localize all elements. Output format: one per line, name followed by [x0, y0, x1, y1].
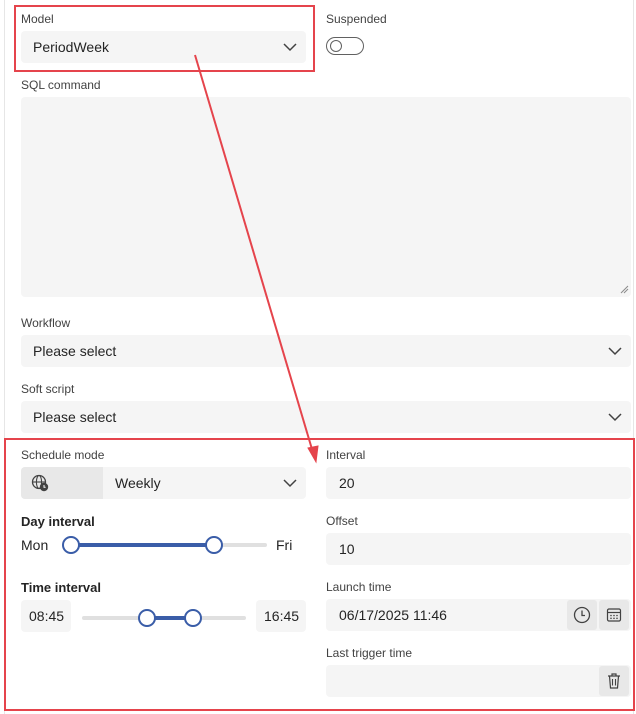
- launch-time-input[interactable]: 06/17/2025 11:46: [326, 599, 631, 631]
- chevron-down-icon: [283, 479, 297, 488]
- last-trigger-time-label: Last trigger time: [326, 646, 413, 660]
- day-interval-start: Mon: [21, 537, 49, 553]
- soft-script-label: Soft script: [21, 382, 75, 396]
- day-interval-slider[interactable]: [62, 536, 267, 554]
- time-interval-start[interactable]: 08:45: [21, 600, 71, 632]
- clear-trigger-button[interactable]: [599, 666, 629, 696]
- offset-label: Offset: [326, 514, 358, 528]
- time-end-value: 16:45: [264, 608, 300, 624]
- model-value: PeriodWeek: [33, 39, 110, 55]
- launch-time-value: 06/17/2025 11:46: [339, 607, 447, 623]
- slider-thumb-start[interactable]: [62, 536, 80, 554]
- toggle-knob: [330, 40, 342, 52]
- workflow-label: Workflow: [21, 316, 71, 330]
- time-picker-button[interactable]: [567, 600, 597, 630]
- interval-value: 20: [339, 475, 355, 491]
- time-interval-label: Time interval: [21, 580, 101, 595]
- date-picker-button[interactable]: [599, 600, 629, 630]
- slider-thumb-start[interactable]: [137, 609, 156, 627]
- time-interval-slider[interactable]: [82, 609, 246, 627]
- chevron-down-icon: [283, 43, 297, 52]
- model-select[interactable]: PeriodWeek: [21, 31, 306, 63]
- workflow-value: Please select: [33, 343, 117, 359]
- page-edge-right: [633, 0, 634, 714]
- trash-icon: [608, 673, 620, 689]
- launch-time-label: Launch time: [326, 580, 392, 594]
- slider-thumb-end[interactable]: [184, 609, 202, 627]
- schedule-mode-select[interactable]: Weekly: [21, 467, 306, 499]
- workflow-select[interactable]: Please select: [21, 335, 631, 367]
- soft-script-select[interactable]: Please select: [21, 401, 631, 433]
- model-label: Model: [21, 12, 54, 26]
- offset-value: 10: [339, 541, 355, 557]
- schedule-icon-cell: [21, 467, 103, 499]
- sql-textarea[interactable]: [21, 97, 631, 297]
- chevron-down-icon: [608, 413, 622, 422]
- resize-handle-icon[interactable]: [620, 285, 629, 294]
- offset-input[interactable]: 10: [326, 533, 631, 565]
- calendar-icon: [606, 608, 622, 622]
- chevron-down-icon: [608, 347, 622, 356]
- page-edge: [4, 0, 5, 714]
- sql-label: SQL command: [21, 78, 101, 92]
- slider-thumb-end[interactable]: [205, 536, 224, 554]
- globe-clock-icon: [31, 474, 49, 492]
- schedule-mode-value: Weekly: [115, 475, 161, 491]
- clock-icon: [573, 606, 591, 624]
- interval-input[interactable]: 20: [326, 467, 631, 499]
- slider-fill: [69, 543, 213, 547]
- interval-label: Interval: [326, 448, 366, 462]
- last-trigger-time-input[interactable]: [326, 665, 631, 697]
- suspended-toggle[interactable]: [326, 37, 364, 55]
- suspended-label: Suspended: [326, 12, 387, 26]
- time-interval-end[interactable]: 16:45: [256, 600, 306, 632]
- schedule-mode-label: Schedule mode: [21, 448, 105, 462]
- time-start-value: 08:45: [29, 608, 65, 624]
- day-interval-label: Day interval: [21, 514, 95, 529]
- day-interval-end: Fri: [276, 537, 293, 553]
- soft-script-value: Please select: [33, 409, 117, 425]
